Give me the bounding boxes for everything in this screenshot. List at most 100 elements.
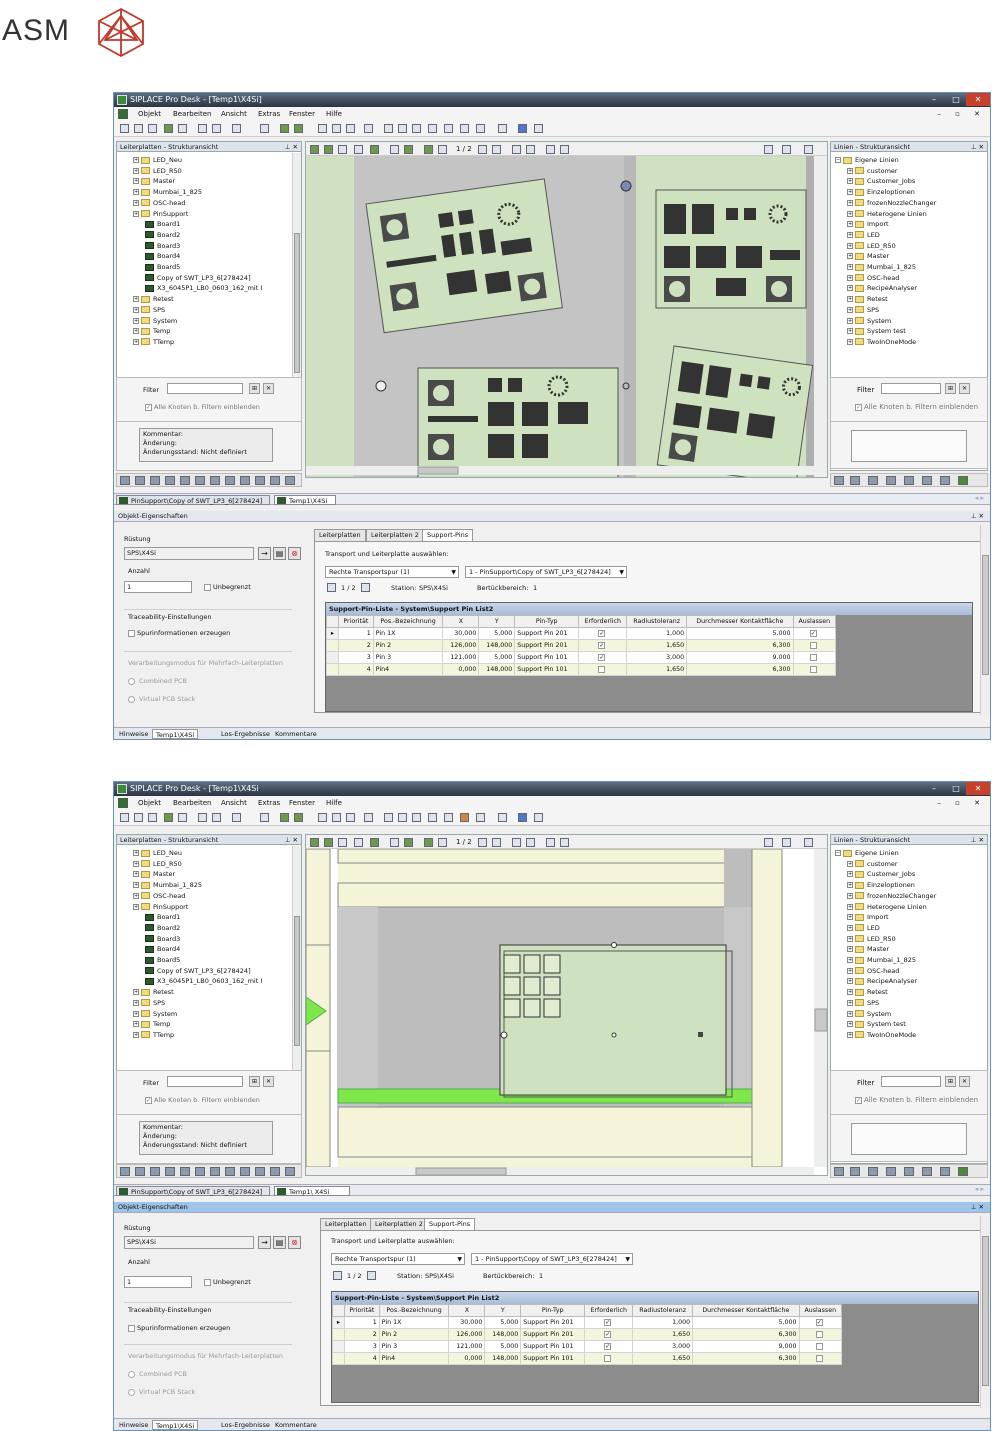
table-row[interactable]: 4 Pin4 0,000 148,000 Support Pin 101 1,650 6,3… bbox=[326, 663, 837, 676]
view-icon[interactable] bbox=[512, 145, 521, 154]
zoom-out-icon[interactable] bbox=[412, 124, 421, 133]
tool-icon[interactable] bbox=[165, 476, 175, 485]
view-icon[interactable] bbox=[438, 145, 447, 154]
expand-icon[interactable]: + bbox=[133, 210, 139, 217]
tool-icon[interactable] bbox=[940, 476, 950, 485]
required-checkbox[interactable]: ✓ bbox=[578, 639, 628, 652]
tool-icon[interactable] bbox=[285, 476, 295, 485]
menu-hilfe[interactable]: Hilfe bbox=[326, 107, 342, 121]
table-cell[interactable]: 5,000 bbox=[484, 1316, 522, 1329]
table-cell[interactable]: 5,000 bbox=[692, 1316, 800, 1329]
properties-vscroll[interactable] bbox=[980, 1216, 990, 1408]
skip-checkbox[interactable]: ✓ bbox=[798, 1316, 843, 1329]
calendar-icon[interactable] bbox=[333, 1271, 342, 1280]
tool-icon[interactable] bbox=[834, 1167, 844, 1176]
print-icon[interactable] bbox=[782, 838, 791, 847]
tree-board-item[interactable]: Board2 bbox=[145, 923, 180, 933]
tree-board-item[interactable]: X3_6045P1_LB0_0603_162_mit I bbox=[145, 976, 262, 986]
menu-extras[interactable]: Extras bbox=[258, 107, 280, 121]
transport-select[interactable]: Rechte Transportspur (1) ▼ bbox=[325, 566, 459, 578]
tree-folder-item[interactable]: + SPS bbox=[133, 305, 165, 315]
tree-folder-item[interactable]: + LED_Neu bbox=[133, 848, 182, 858]
table-cell[interactable]: 6,300 bbox=[692, 1352, 800, 1365]
expand-icon[interactable]: + bbox=[133, 328, 139, 335]
mdi-controls[interactable]: – ▫ ✕ bbox=[937, 107, 986, 121]
column-header[interactable]: Y bbox=[484, 1304, 522, 1317]
required-checkbox[interactable]: ✓ bbox=[584, 1340, 634, 1353]
table-cell[interactable]: 1 bbox=[344, 1316, 380, 1329]
row-selector[interactable]: ▸ bbox=[326, 627, 339, 640]
table-cell[interactable]: Support Pin 201 bbox=[520, 1316, 586, 1329]
tree-folder-item[interactable]: − Eigene Linien bbox=[835, 155, 899, 165]
panel-pin-close-icon[interactable]: ⊥ ✕ bbox=[971, 511, 984, 522]
tree-folder-item[interactable]: + OSC-head bbox=[847, 273, 899, 283]
tree-folder-item[interactable]: + Mumbai_1_825 bbox=[133, 880, 202, 890]
row-selector[interactable] bbox=[332, 1328, 345, 1341]
expand-icon[interactable]: + bbox=[847, 306, 853, 313]
tree-folder-item[interactable]: + LED bbox=[847, 230, 880, 240]
skip-checkbox[interactable] bbox=[798, 1328, 843, 1341]
tree-folder-item[interactable]: + LED_R50 bbox=[133, 859, 182, 869]
tree-board-item[interactable]: Board4 bbox=[145, 944, 180, 954]
tool-icon[interactable] bbox=[120, 1167, 130, 1176]
export-icon[interactable] bbox=[294, 124, 303, 133]
zoom-in-icon[interactable] bbox=[398, 813, 407, 822]
table-cell[interactable]: Pin 3 bbox=[372, 651, 444, 664]
column-header[interactable]: X bbox=[442, 615, 480, 628]
tree-folder-item[interactable]: + Temp bbox=[133, 326, 170, 336]
tab-temp[interactable]: Temp1\X4Si bbox=[152, 1420, 199, 1430]
tree-folder-item[interactable]: + TwoInOneMode bbox=[847, 337, 916, 347]
tool-icon[interactable] bbox=[135, 1167, 145, 1176]
expand-icon[interactable]: + bbox=[847, 967, 853, 974]
tree-board-item[interactable]: Board5 bbox=[145, 955, 180, 965]
expand-icon[interactable]: + bbox=[133, 1021, 139, 1028]
tool-icon[interactable] bbox=[255, 476, 265, 485]
skip-checkbox[interactable] bbox=[798, 1340, 843, 1353]
expand-icon[interactable]: + bbox=[133, 199, 139, 206]
table-cell[interactable]: 1,650 bbox=[632, 1352, 694, 1365]
tool-a-icon[interactable] bbox=[318, 813, 327, 822]
tool-icon[interactable] bbox=[270, 476, 280, 485]
home-icon[interactable] bbox=[498, 124, 507, 133]
arrow-icon[interactable]: → bbox=[258, 1236, 271, 1249]
column-header[interactable]: Pos.-Bezeichnung bbox=[372, 615, 444, 628]
expand-icon[interactable]: + bbox=[847, 935, 853, 942]
skip-checkbox[interactable]: ✓ bbox=[792, 627, 837, 640]
table-cell[interactable]: 4 bbox=[338, 663, 374, 676]
tool-icon[interactable] bbox=[886, 476, 896, 485]
table-cell[interactable]: 1,650 bbox=[626, 639, 688, 652]
table-row[interactable]: ▸ 1 Pin 1X 30,000 5,000 Support Pin 201 ✓ 1,000… bbox=[326, 627, 837, 640]
filter-clear-icon[interactable]: ✕ bbox=[959, 383, 970, 394]
view-icon[interactable] bbox=[560, 838, 569, 847]
table-cell[interactable]: 148,000 bbox=[484, 1352, 522, 1365]
tree-board-item[interactable]: Board2 bbox=[145, 230, 180, 240]
tool-icon[interactable] bbox=[868, 476, 878, 485]
properties-vscroll[interactable] bbox=[980, 525, 990, 715]
tree-folder-item[interactable]: + Master bbox=[847, 251, 889, 261]
expand-icon[interactable]: + bbox=[847, 1031, 853, 1038]
virtual-radio[interactable]: Virtual PCB Stack bbox=[128, 1388, 195, 1396]
table-cell[interactable]: 121,000 bbox=[448, 1340, 486, 1353]
table-cell[interactable]: 1,650 bbox=[626, 663, 688, 676]
table-cell[interactable]: 30,000 bbox=[442, 627, 480, 640]
tree-folder-item[interactable]: + SPS bbox=[847, 305, 879, 315]
close-icon[interactable] bbox=[804, 145, 813, 154]
column-header[interactable]: X bbox=[448, 1304, 486, 1317]
pan-icon[interactable] bbox=[444, 124, 453, 133]
tool-b-icon[interactable] bbox=[332, 813, 341, 822]
tab-los-ergebnisse[interactable]: Los-Ergebnisse bbox=[218, 729, 273, 739]
menu-hilfe[interactable]: Hilfe bbox=[326, 796, 342, 810]
expand-icon[interactable]: + bbox=[133, 892, 139, 899]
board-view[interactable] bbox=[306, 849, 827, 1175]
tool-d-icon[interactable] bbox=[364, 813, 373, 822]
filter-input[interactable] bbox=[881, 1076, 941, 1087]
column-header[interactable]: Priorität bbox=[338, 615, 374, 628]
expand-icon[interactable]: + bbox=[847, 199, 853, 206]
expand-icon[interactable]: + bbox=[847, 957, 853, 963]
view-icon[interactable] bbox=[338, 838, 347, 847]
center-icon[interactable] bbox=[476, 813, 485, 822]
table-cell[interactable]: 5,000 bbox=[478, 651, 516, 664]
tree-folder-item[interactable]: + Mumbai_1_825 bbox=[847, 955, 916, 965]
expand-icon[interactable]: + bbox=[133, 860, 139, 867]
tool-icon[interactable] bbox=[195, 1167, 205, 1176]
